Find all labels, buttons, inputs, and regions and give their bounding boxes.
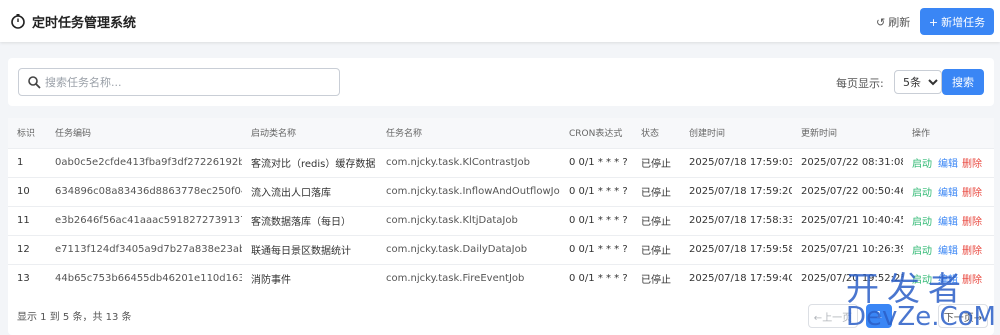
refresh-icon: ↺	[876, 16, 886, 29]
cell-created: 2025/07/18 17:59:58	[680, 234, 792, 264]
column-header: CRON表达式	[560, 118, 632, 148]
column-header: 更新时间	[792, 118, 903, 148]
cell-updated: 2025/07/21 10:26:39	[792, 234, 903, 264]
cell-updated: 2025/07/22 00:50:46	[792, 176, 903, 206]
start-link[interactable]: 启动	[912, 159, 932, 170]
cell-id: 11	[8, 205, 46, 235]
search-panel: 每页显示: 5条 搜索	[8, 58, 994, 106]
cell-task-name: com.njcky.task.KltjDataJob	[377, 205, 560, 235]
table-row: 10 634896c08a83436d8863778ec250f048 流入流出…	[8, 176, 994, 206]
table-row: 1 0ab0c5e2cfde413fba9f3df27226192b 客流对比（…	[8, 147, 994, 177]
cell-task-name: com.njcky.task.FireEventJob	[377, 263, 560, 293]
plus-icon: +	[928, 15, 939, 29]
per-page-label: 每页显示:	[836, 77, 884, 90]
cell-actions: 启动 编辑 删除	[903, 234, 994, 264]
delete-link[interactable]: 删除	[962, 217, 982, 228]
cell-created: 2025/07/18 17:59:20	[680, 176, 792, 206]
cell-task-code: 44b65c753b66455db46201e110d1631a	[46, 263, 242, 293]
cell-task-code: 634896c08a83436d8863778ec250f048	[46, 176, 242, 206]
cell-status: 已停止	[632, 205, 680, 235]
cell-id: 10	[8, 176, 46, 206]
cell-id: 13	[8, 263, 46, 293]
cell-class-name: 联通每日景区数据统计	[242, 234, 377, 264]
add-task-button[interactable]: + 新增任务	[920, 8, 994, 35]
stopwatch-icon	[11, 14, 25, 29]
column-header: 创建时间	[680, 118, 792, 148]
table-row: 12 e7113f124df3405a9d7b27a838e23ab8 联通每日…	[8, 234, 994, 264]
refresh-label: 刷新	[888, 16, 911, 29]
cell-updated: 2025/07/22 08:31:08	[792, 147, 903, 177]
per-page-select[interactable]: 5条	[894, 70, 942, 94]
app-title: 定时任务管理系统	[32, 16, 137, 31]
edit-link[interactable]: 编辑	[938, 246, 958, 257]
start-link[interactable]: 启动	[912, 217, 932, 228]
cell-id: 1	[8, 147, 46, 177]
watermark-english: DevZe.CoM	[846, 302, 996, 332]
column-header: 操作	[903, 118, 994, 148]
cell-task-code: e7113f124df3405a9d7b27a838e23ab8	[46, 234, 242, 264]
refresh-button[interactable]: ↺ 刷新	[876, 14, 910, 30]
cell-task-name: com.njcky.task.InflowAndOutflowJob	[377, 176, 560, 206]
pagination-info: 显示 1 到 5 条，共 13 条	[17, 312, 132, 323]
cell-cron: 0 0/1 * * * ?	[560, 234, 632, 264]
cell-task-name: com.njcky.task.KlContrastJob	[377, 147, 560, 177]
top-bar: 定时任务管理系统 ↺ 刷新 + 新增任务	[0, 0, 1000, 42]
edit-link[interactable]: 编辑	[938, 188, 958, 199]
cell-cron: 0 0/1 * * * ?	[560, 263, 632, 293]
cell-status: 已停止	[632, 147, 680, 177]
column-header: 标识	[8, 118, 46, 148]
cell-actions: 启动 编辑 删除	[903, 147, 994, 177]
arrow-left-icon: ←	[813, 312, 823, 324]
add-task-label: 新增任务	[941, 15, 986, 29]
cell-updated: 2025/07/21 10:40:45	[792, 205, 903, 235]
start-link[interactable]: 启动	[912, 246, 932, 257]
cell-cron: 0 0/1 * * * ?	[560, 176, 632, 206]
cell-class-name: 客流对比（redis）缓存数据	[242, 147, 377, 177]
cell-id: 12	[8, 234, 46, 264]
search-box	[18, 68, 340, 96]
cell-cron: 0 0/1 * * * ?	[560, 147, 632, 177]
edit-link[interactable]: 编辑	[938, 159, 958, 170]
cell-class-name: 客流数据落库（每日）	[242, 205, 377, 235]
start-link[interactable]: 启动	[912, 188, 932, 199]
cell-status: 已停止	[632, 263, 680, 293]
cell-status: 已停止	[632, 234, 680, 264]
cell-class-name: 流入流出人口落库	[242, 176, 377, 206]
table-row: 11 e3b2646f56ac41aaac59182727391370 客流数据…	[8, 205, 994, 235]
column-header: 状态	[632, 118, 680, 148]
cell-actions: 启动 编辑 删除	[903, 205, 994, 235]
search-input[interactable]	[45, 73, 335, 91]
delete-link[interactable]: 删除	[962, 188, 982, 199]
cell-created: 2025/07/18 17:59:40	[680, 263, 792, 293]
cell-created: 2025/07/18 17:58:33	[680, 205, 792, 235]
cell-task-code: 0ab0c5e2cfde413fba9f3df27226192b	[46, 147, 242, 177]
cell-task-name: com.njcky.task.DailyDataJob	[377, 234, 560, 264]
column-header: 任务名称	[377, 118, 560, 148]
cell-cron: 0 0/1 * * * ?	[560, 205, 632, 235]
cell-actions: 启动 编辑 删除	[903, 176, 994, 206]
delete-link[interactable]: 删除	[962, 246, 982, 257]
delete-link[interactable]: 删除	[962, 159, 982, 170]
cell-created: 2025/07/18 17:59:03	[680, 147, 792, 177]
search-button[interactable]: 搜索	[942, 69, 984, 95]
cell-class-name: 消防事件	[242, 263, 377, 293]
column-header: 任务编码	[46, 118, 242, 148]
edit-link[interactable]: 编辑	[938, 217, 958, 228]
cell-task-code: e3b2646f56ac41aaac59182727391370	[46, 205, 242, 235]
table-header-row: 标识 任务编码 启动类名称 任务名称 CRON表达式 状态 创建时间 更新时间 …	[8, 118, 994, 148]
cell-status: 已停止	[632, 176, 680, 206]
column-header: 启动类名称	[242, 118, 377, 148]
search-icon	[28, 76, 41, 89]
